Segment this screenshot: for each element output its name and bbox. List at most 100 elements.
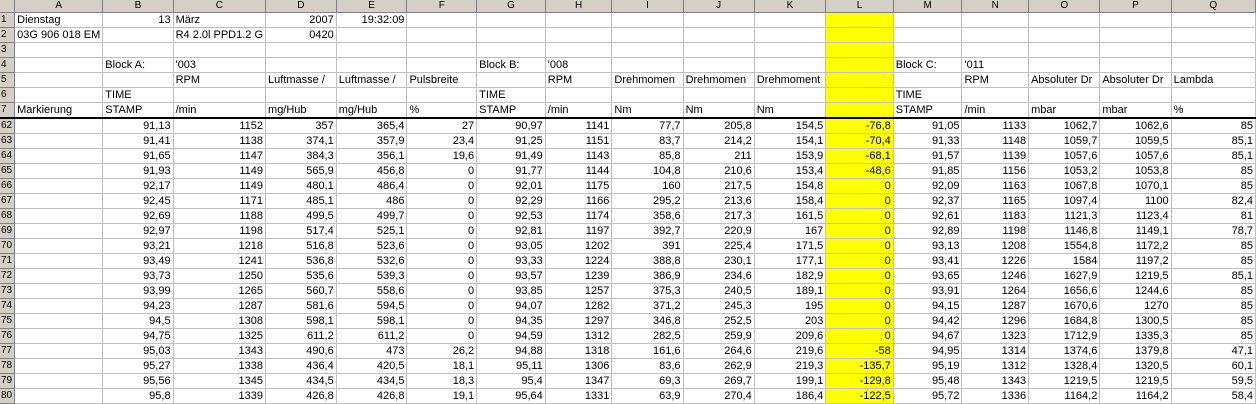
cell-p76[interactable]: 1335,3 — [1099, 328, 1172, 344]
cell-j65[interactable]: 210,6 — [683, 163, 755, 179]
cell-p64[interactable]: 1057,6 — [1099, 148, 1172, 164]
cell-f71[interactable]: 0 — [406, 253, 478, 269]
cell-m78[interactable]: 95,19 — [893, 358, 963, 374]
cell-b76[interactable]: 94,75 — [102, 328, 174, 344]
cell-a76[interactable] — [14, 328, 104, 344]
cell-b72[interactable]: 93,73 — [102, 268, 174, 284]
cell-h71[interactable]: 1224 — [545, 253, 613, 269]
cell-h4[interactable]: '008 — [545, 57, 613, 73]
cell-d70[interactable]: 516,8 — [265, 238, 337, 254]
cell-k69[interactable]: 167 — [754, 223, 827, 239]
cell-d66[interactable]: 480,1 — [265, 178, 337, 194]
cell-a1[interactable]: Dienstag — [14, 12, 104, 28]
column-header-m[interactable]: M — [893, 0, 963, 13]
cell-o65[interactable]: 1053,2 — [1028, 163, 1101, 179]
cell-h2[interactable] — [545, 27, 613, 43]
cell-o70[interactable]: 1554,8 — [1028, 238, 1101, 254]
column-header-b[interactable]: B — [102, 0, 174, 13]
cell-n4[interactable]: '011 — [961, 57, 1030, 73]
cell-g2[interactable] — [476, 27, 546, 43]
cell-d78[interactable]: 436,4 — [265, 358, 337, 374]
cell-h78[interactable]: 1306 — [545, 358, 613, 374]
cell-i67[interactable]: 295,2 — [611, 193, 684, 209]
cell-e2[interactable] — [336, 27, 408, 43]
cell-g7[interactable]: STAMP — [476, 102, 546, 119]
cell-q68[interactable]: 81 — [1171, 208, 1256, 224]
cell-m7[interactable]: STAMP — [893, 102, 963, 119]
cell-c62[interactable]: 1152 — [173, 118, 267, 134]
cell-q75[interactable]: 85 — [1171, 313, 1256, 329]
cell-i3[interactable] — [611, 42, 684, 58]
cell-p70[interactable]: 1172,2 — [1099, 238, 1172, 254]
cell-h62[interactable]: 1141 — [545, 118, 613, 134]
cell-q71[interactable]: 85 — [1171, 253, 1256, 269]
cell-o80[interactable]: 1164,2 — [1028, 388, 1101, 404]
cell-i64[interactable]: 85,8 — [611, 148, 684, 164]
cell-k6[interactable] — [754, 87, 827, 103]
cell-e70[interactable]: 523,6 — [336, 238, 408, 254]
cell-m62[interactable]: 91,05 — [893, 118, 963, 134]
cell-c67[interactable]: 1171 — [173, 193, 267, 209]
cell-g63[interactable]: 91,25 — [476, 133, 546, 149]
cell-n2[interactable] — [961, 27, 1030, 43]
column-header-f[interactable]: F — [406, 0, 478, 13]
cell-f78[interactable]: 18,1 — [406, 358, 478, 374]
cell-o5[interactable]: Absoluter Dr — [1028, 72, 1101, 88]
cell-m74[interactable]: 94,15 — [893, 298, 963, 314]
column-header-a[interactable]: A — [14, 0, 104, 13]
cell-m71[interactable]: 93,41 — [893, 253, 963, 269]
cell-d63[interactable]: 374,1 — [265, 133, 337, 149]
cell-g75[interactable]: 94,35 — [476, 313, 546, 329]
cell-h6[interactable] — [545, 87, 613, 103]
cell-n5[interactable]: RPM — [961, 72, 1030, 88]
cell-i66[interactable]: 160 — [611, 178, 684, 194]
cell-j3[interactable] — [683, 42, 755, 58]
cell-h76[interactable]: 1312 — [545, 328, 613, 344]
cell-n65[interactable]: 1156 — [961, 163, 1030, 179]
cell-o76[interactable]: 1712,9 — [1028, 328, 1101, 344]
cell-k63[interactable]: 154,1 — [754, 133, 827, 149]
cell-m1[interactable] — [893, 12, 963, 28]
cell-c73[interactable]: 1265 — [173, 283, 267, 299]
cell-b67[interactable]: 92,45 — [102, 193, 174, 209]
cell-a69[interactable] — [14, 223, 104, 239]
cell-q78[interactable]: 60,1 — [1171, 358, 1256, 374]
cell-l3[interactable] — [825, 42, 894, 58]
cell-f7[interactable]: % — [406, 102, 478, 119]
cell-i69[interactable]: 392,7 — [611, 223, 684, 239]
cell-a5[interactable] — [14, 72, 104, 88]
cell-q80[interactable]: 58,4 — [1171, 388, 1256, 404]
cell-q66[interactable]: 85 — [1171, 178, 1256, 194]
cell-c68[interactable]: 1188 — [173, 208, 267, 224]
cell-l73[interactable]: 0 — [825, 283, 894, 299]
cell-m80[interactable]: 95,72 — [893, 388, 963, 404]
cell-h63[interactable]: 1151 — [545, 133, 613, 149]
cell-j66[interactable]: 217,5 — [683, 178, 755, 194]
cell-f72[interactable]: 0 — [406, 268, 478, 284]
cell-f65[interactable]: 0 — [406, 163, 478, 179]
cell-h75[interactable]: 1297 — [545, 313, 613, 329]
row-header[interactable]: 76 — [0, 328, 16, 344]
row-header[interactable]: 5 — [0, 72, 16, 88]
cell-f69[interactable]: 0 — [406, 223, 478, 239]
cell-l65[interactable]: -48,6 — [825, 163, 894, 179]
cell-g78[interactable]: 95,11 — [476, 358, 546, 374]
cell-p63[interactable]: 1059,5 — [1099, 133, 1172, 149]
cell-g3[interactable] — [476, 42, 546, 58]
cell-i77[interactable]: 161,6 — [611, 343, 684, 359]
row-header[interactable]: 75 — [0, 313, 16, 329]
cell-n74[interactable]: 1287 — [961, 298, 1030, 314]
cell-p75[interactable]: 1300,5 — [1099, 313, 1172, 329]
cell-e79[interactable]: 434,5 — [336, 373, 408, 389]
cell-i62[interactable]: 77,7 — [611, 118, 684, 134]
cell-b4[interactable]: Block A: — [102, 57, 174, 73]
cell-c79[interactable]: 1345 — [173, 373, 267, 389]
cell-o69[interactable]: 1146,8 — [1028, 223, 1101, 239]
cell-h67[interactable]: 1166 — [545, 193, 613, 209]
cell-b65[interactable]: 91,93 — [102, 163, 174, 179]
cell-q2[interactable] — [1171, 27, 1256, 43]
cell-e6[interactable] — [336, 87, 408, 103]
cell-j73[interactable]: 240,5 — [683, 283, 755, 299]
cell-f67[interactable]: 0 — [406, 193, 478, 209]
cell-p66[interactable]: 1070,1 — [1099, 178, 1172, 194]
